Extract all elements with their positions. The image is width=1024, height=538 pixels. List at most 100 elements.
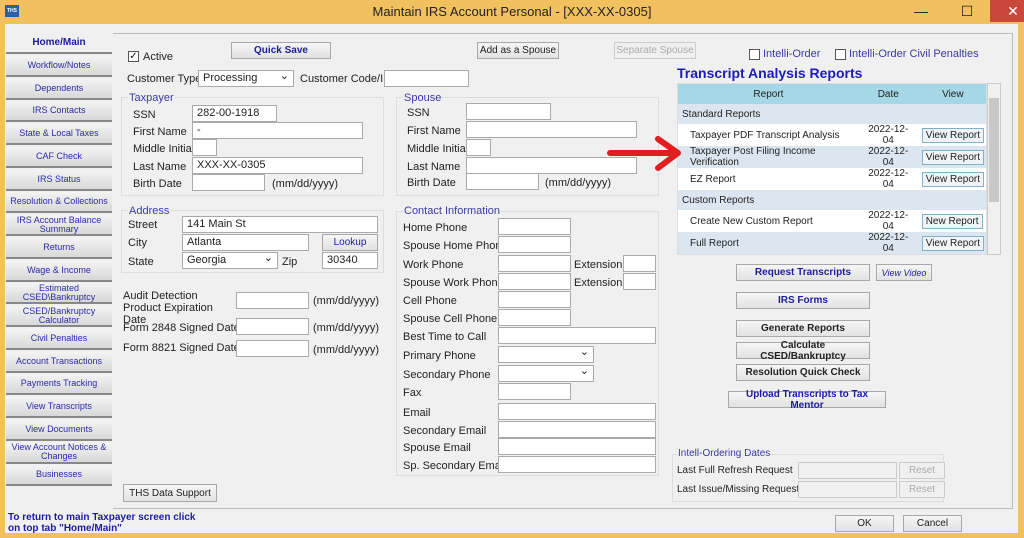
cancel-button[interactable]: Cancel (903, 515, 962, 532)
address-title: Address (128, 205, 171, 217)
form-2848-input[interactable] (236, 318, 309, 335)
secondary-phone-select[interactable] (498, 365, 594, 382)
street-input[interactable]: 141 Main St (182, 216, 378, 233)
ssn-input[interactable]: 282-00-1918 (192, 105, 277, 122)
reset-full-refresh-button[interactable]: Reset (899, 462, 945, 479)
sidebar-item-view-documents[interactable]: View Documents (6, 419, 112, 441)
fax-input[interactable] (498, 383, 571, 400)
sidebar-item-returns[interactable]: Returns (6, 237, 112, 259)
upload-transcripts-button[interactable]: Upload Transcripts to Tax Mentor (728, 389, 886, 411)
spouse-middle-input[interactable] (466, 139, 491, 156)
view-video-button[interactable]: View Video (876, 264, 932, 281)
sidebar-item-wage-income[interactable]: Wage & Income (6, 260, 112, 282)
spouse-birth-input[interactable] (466, 173, 539, 190)
spouse-work-phone-input[interactable] (498, 273, 571, 290)
lookup-button[interactable]: Lookup (322, 234, 378, 251)
sidebar-item-csed-bankruptcy-calculator[interactable]: CSED/Bankruptcy Calculator (6, 306, 112, 327)
cell-phone-input[interactable] (498, 291, 571, 308)
customer-code-input[interactable] (384, 70, 469, 87)
middle-initial-input[interactable] (192, 139, 217, 156)
sidebar-item-view-transcripts[interactable]: View Transcripts (6, 397, 112, 418)
intelli-order-civil-checkbox[interactable] (835, 49, 846, 60)
resolution-quick-check-button[interactable]: Resolution Quick Check (736, 364, 870, 381)
report-action-button[interactable]: View Report (921, 171, 984, 187)
form-8821-input[interactable] (236, 340, 309, 357)
request-transcripts-button[interactable]: Request Transcripts (736, 264, 870, 281)
column-header-view: View (917, 84, 986, 104)
zip-label: Zip (282, 256, 298, 268)
email-input[interactable] (498, 403, 656, 420)
sidebar-item-businesses[interactable]: Businesses (6, 465, 112, 487)
report-action-button[interactable]: View Report (921, 235, 984, 251)
report-action-button[interactable]: View Report (921, 149, 984, 165)
generate-reports-button[interactable]: Generate Reports (736, 320, 870, 337)
active-checkbox[interactable]: ✓ (128, 51, 139, 62)
primary-phone-select[interactable] (498, 346, 594, 363)
irs-forms-button[interactable]: IRS Forms (736, 292, 870, 309)
spouse-cell-phone-input[interactable] (498, 309, 571, 326)
birth-date-input[interactable] (192, 174, 265, 191)
sidebar-item-dependents[interactable]: Dependents (6, 78, 112, 100)
report-row: Full Report 2022-12-04 View Report (678, 232, 986, 254)
spouse-last-name-label: Last Name (407, 161, 461, 173)
sp-secondary-email-input[interactable] (498, 456, 656, 473)
spouse-home-phone-input[interactable] (498, 236, 571, 253)
sidebar-item-home-main[interactable]: Home/Main (6, 33, 112, 54)
report-name: Taxpayer PDF Transcript Analysis (690, 129, 840, 141)
sidebar-item-state-local-taxes[interactable]: State & Local Taxes (6, 124, 112, 145)
first-name-input[interactable]: - (192, 122, 363, 139)
reset-issue-missing-button[interactable]: Reset (899, 481, 945, 498)
report-date: 2022-12-04 (868, 210, 909, 232)
sidebar-item-estimated-csed-bankruptcy[interactable]: Estimated CSED\Bankruptcy (6, 283, 112, 305)
spouse-email-input[interactable] (498, 438, 656, 455)
state-select[interactable]: Georgia (182, 252, 278, 269)
customer-type-label: Customer Type (127, 73, 202, 85)
extension-label: Extension (574, 277, 623, 289)
section-label: Standard Reports (678, 104, 859, 124)
sidebar-item-resolution-collections[interactable]: Resolution & Collections (6, 192, 112, 214)
last-name-label: Last Name (133, 161, 187, 173)
calculate-csed-button[interactable]: Calculate CSED/Bankruptcy (736, 340, 870, 362)
intelli-order-checkbox[interactable] (749, 49, 760, 60)
reports-scrollbar[interactable] (987, 83, 1001, 255)
last-full-refresh-input (798, 462, 897, 479)
separate-spouse-button[interactable]: Separate Spouse (614, 42, 696, 59)
secondary-email-input[interactable] (498, 421, 656, 438)
sidebar-item-payments-tracking[interactable]: Payments Tracking (6, 374, 112, 396)
minimize-button[interactable]: — (898, 0, 944, 22)
spouse-ssn-input[interactable] (466, 103, 551, 120)
quick-save-button[interactable]: Quick Save (231, 42, 331, 59)
report-action-button[interactable]: New Report (921, 213, 983, 229)
form-2848-label: Form 2848 Signed Date (123, 322, 240, 334)
extension-input[interactable] (623, 255, 656, 272)
report-action-button[interactable]: View Report (921, 127, 984, 143)
audit-expiration-input[interactable] (236, 292, 309, 309)
ths-data-support-button[interactable]: THS Data Support (123, 484, 217, 502)
street-label: Street (128, 219, 158, 231)
close-button[interactable]: ✕ (990, 0, 1024, 22)
sidebar-item-caf-check[interactable]: CAF Check (6, 146, 112, 168)
maximize-button[interactable]: ☐ (944, 0, 990, 22)
add-as-spouse-button[interactable]: Add as a Spouse (477, 42, 559, 59)
sidebar-item-account-transactions[interactable]: Account Transactions (6, 351, 112, 373)
sidebar-item-civil-penalties[interactable]: Civil Penalties (6, 328, 112, 350)
sidebar-item-view-account-notices-changes[interactable]: View Account Notices & Changes (6, 442, 112, 464)
last-name-input[interactable]: XXX-XX-0305 (192, 157, 363, 174)
zip-input[interactable]: 30340 (322, 252, 378, 269)
cell-phone-label: Cell Phone (403, 295, 457, 307)
report-row: Taxpayer PDF Transcript Analysis 2022-12-… (678, 124, 986, 146)
home-phone-input[interactable] (498, 218, 571, 235)
sidebar-item-irs-status[interactable]: IRS Status (6, 169, 112, 191)
customer-type-select[interactable]: Processing (198, 70, 294, 87)
sidebar-item-irs-contacts[interactable]: IRS Contacts (6, 101, 112, 123)
sidebar-item-workflow-notes[interactable]: Workflow/Notes (6, 55, 112, 77)
report-date: 2022-12-04 (868, 124, 909, 146)
work-phone-input[interactable] (498, 255, 571, 272)
extension-input[interactable] (623, 273, 656, 290)
city-input[interactable]: Atlanta (182, 234, 309, 251)
ok-button[interactable]: OK (835, 515, 894, 532)
spouse-ssn-label: SSN (407, 107, 430, 119)
sidebar-item-irs-account-balance-summary[interactable]: IRS Account Balance Summary (6, 215, 112, 236)
secondary-phone-label: Secondary Phone (403, 369, 491, 381)
best-time-to-call-input[interactable] (498, 327, 656, 344)
